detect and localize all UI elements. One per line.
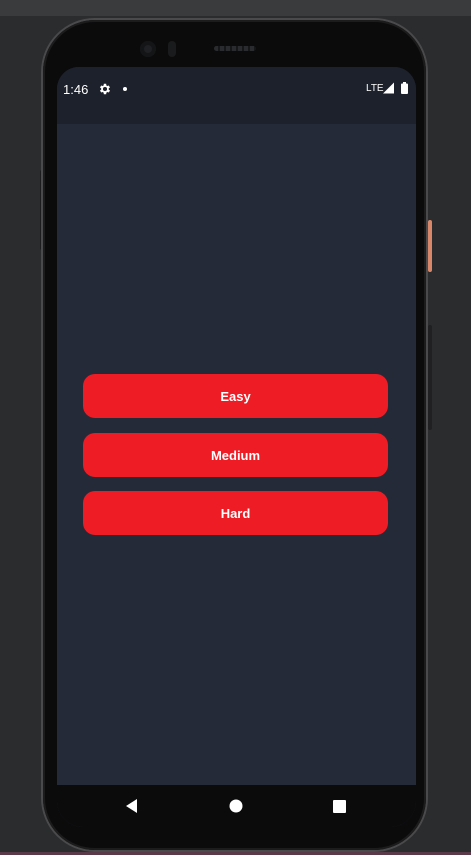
hard-button[interactable]: Hard	[83, 491, 388, 535]
network-type: LTE	[366, 83, 384, 94]
earpiece-speaker	[214, 46, 256, 51]
front-camera	[140, 41, 156, 57]
notification-dot-icon	[123, 87, 127, 91]
difficulty-menu: Easy Medium Hard	[57, 124, 416, 785]
power-button[interactable]	[428, 220, 432, 272]
status-bar: 1:46 LTE	[57, 67, 416, 124]
battery-icon	[401, 82, 408, 94]
home-icon	[229, 799, 243, 813]
window-top-strip	[0, 0, 471, 16]
phone-screen: 1:46 LTE Easy Medium Hard	[57, 67, 416, 827]
home-button[interactable]	[223, 793, 249, 819]
recents-button[interactable]	[326, 793, 352, 819]
proximity-sensor	[168, 41, 176, 57]
volume-rocker[interactable]	[428, 325, 432, 430]
status-time: 1:46	[63, 82, 89, 97]
medium-button[interactable]: Medium	[83, 433, 388, 477]
signal-icon	[383, 82, 394, 94]
recents-icon	[332, 799, 346, 813]
emulator-window: 1:46 LTE Easy Medium Hard	[0, 0, 471, 855]
navigation-bar	[57, 785, 416, 827]
gear-icon	[99, 83, 111, 95]
back-icon	[126, 799, 137, 813]
back-button[interactable]	[119, 793, 145, 819]
easy-button[interactable]: Easy	[83, 374, 388, 418]
